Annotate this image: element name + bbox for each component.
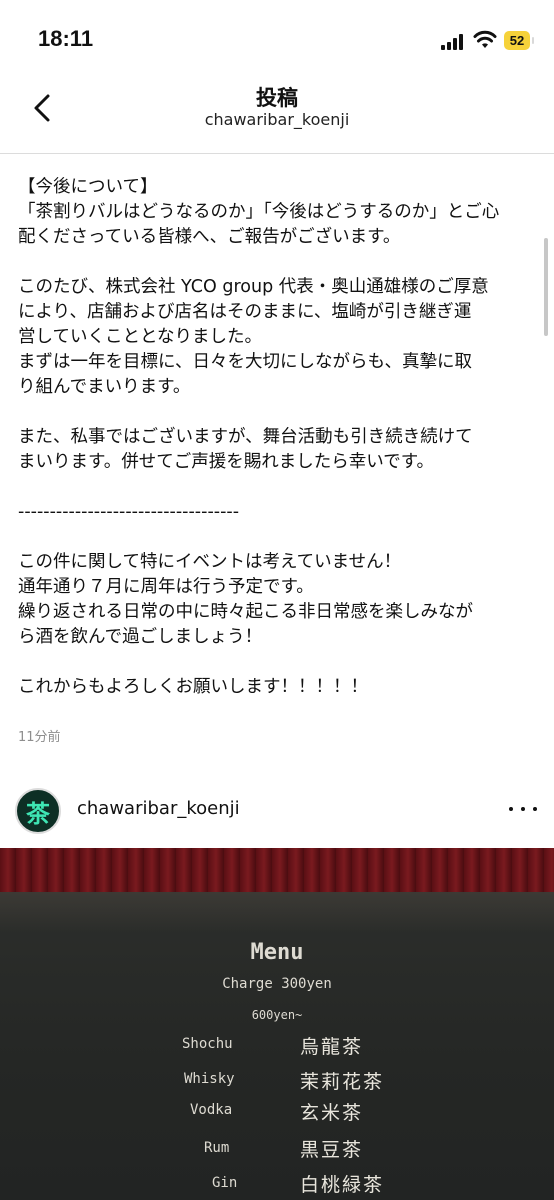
menu-spirit: Vodka <box>190 1102 233 1118</box>
menu-tea: 玄米茶 <box>300 1102 364 1124</box>
menu-tea: 烏龍茶 <box>300 1036 364 1058</box>
caption-separator: ----------------------------------- <box>18 502 240 522</box>
caption-paragraph: 【今後について】 「茶割りバルはどうなるのか」「今後はどうするのか」とご心 配く… <box>18 177 500 247</box>
menu-spirit: Whisky <box>184 1071 235 1087</box>
post-username[interactable]: chawaribar_koenji <box>77 798 240 819</box>
post-caption: 【今後について】 「茶割りバルはどうなるのか」「今後はどうするのか」とご心 配く… <box>18 175 538 700</box>
caption-paragraph: このたび、株式会社 YCO group 代表・奥山通雄様のご厚意 により、店舗お… <box>18 277 489 397</box>
menu-spirit: Gin <box>212 1175 238 1191</box>
scrollbar[interactable] <box>544 238 548 336</box>
menu-charge: Charge 300yen <box>222 976 332 992</box>
menu-spirit: Rum <box>204 1140 230 1156</box>
caption-paragraph: これからもよろしくお願いします！！！！！ <box>18 677 368 697</box>
header-divider <box>0 153 554 154</box>
menu-title: Menu <box>250 940 304 965</box>
post-author-row: 茶 chawaribar_koenji <box>0 780 554 836</box>
status-bar: 18:11 52 <box>0 0 554 80</box>
caption-paragraph: この件に関して特にイベントは考えていません！ 通年通り７月に周年は行う予定です。… <box>18 552 473 647</box>
menu-price: 600yen~ <box>251 1008 303 1022</box>
battery-icon: 52 <box>504 31 534 50</box>
post-header-bar: 投稿 chawaribar_koenji <box>0 80 554 140</box>
header-username[interactable]: chawaribar_koenji <box>0 110 554 129</box>
status-time: 18:11 <box>38 26 94 51</box>
menu-spirit: Shochu <box>182 1036 233 1052</box>
avatar[interactable]: 茶 <box>15 788 61 834</box>
menu-tea: 茉莉花茶 <box>300 1071 385 1093</box>
cellular-signal-icon <box>441 34 465 50</box>
more-options-icon[interactable] <box>505 800 541 816</box>
page-title: 投稿 <box>256 86 298 110</box>
wifi-icon <box>473 30 497 48</box>
menu-tea: 白桃緑茶 <box>300 1174 385 1196</box>
post-image[interactable]: Menu Charge 300yen 600yen~ Shochu 烏龍茶 Wh… <box>0 848 554 1200</box>
curtain-decoration <box>0 848 554 894</box>
caption-paragraph: また、私事ではございますが、舞台活動も引き続き続けて まいります。併せてご声援を… <box>18 427 473 472</box>
menu-tea: 黒豆茶 <box>300 1139 364 1161</box>
post-timestamp: 11分前 <box>18 730 61 745</box>
